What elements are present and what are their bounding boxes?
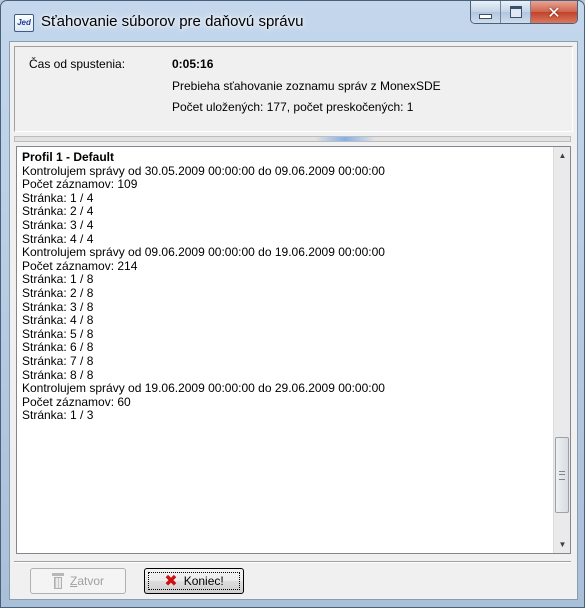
log-line: Profil 1 - Default: [22, 150, 115, 164]
log-line: Stránka: 1 / 3: [22, 408, 94, 423]
log-line: Počet záznamov: 214: [22, 258, 138, 273]
scroll-up-arrow-icon[interactable]: ▲: [554, 147, 571, 164]
log-box[interactable]: Profil 1 - Default Kontrolujem správy od …: [16, 146, 571, 554]
x-icon: ✖: [164, 571, 178, 590]
log-line: Stránka: 1 / 4: [22, 190, 94, 205]
vertical-scrollbar[interactable]: ▲ ▼: [553, 147, 570, 553]
log-line: Kontrolujem správy od 09.06.2009 00:00:0…: [22, 245, 385, 260]
grip-icon: [559, 471, 565, 480]
status-text: Prebieha sťahovanie zoznamu správ z Mone…: [172, 79, 441, 93]
dialog-body: Čas od spustenia: 0:05:16 Prebieha sťaho…: [9, 41, 578, 600]
log-line: Počet záznamov: 60: [22, 394, 131, 409]
minimize-button[interactable]: [471, 1, 501, 23]
divider: [14, 561, 571, 563]
log-line: Stránka: 5 / 8: [22, 326, 94, 341]
log-line: Počet záznamov: 109: [22, 177, 138, 192]
log-line: Stránka: 3 / 8: [22, 299, 94, 314]
elapsed-value: 0:05:16: [172, 57, 214, 71]
close-dialog-button[interactable]: Zatvor: [30, 568, 126, 594]
progress-indicator: [315, 137, 375, 141]
app-icon[interactable]: Jed: [14, 14, 34, 32]
minimize-icon: [479, 13, 492, 19]
progress-bar: [14, 136, 571, 142]
log-line: Stránka: 7 / 8: [22, 353, 94, 368]
scroll-thumb[interactable]: [555, 437, 569, 513]
end-button[interactable]: ✖ Koniec!: [144, 568, 244, 594]
end-button-label: Koniec!: [183, 574, 224, 588]
info-panel: Čas od spustenia: 0:05:16 Prebieha sťaho…: [14, 46, 573, 132]
log-lines: Profil 1 - Default Kontrolujem správy od …: [22, 150, 547, 423]
log-line: Stránka: 3 / 4: [22, 217, 94, 232]
title-bar[interactable]: Jed Sťahovanie súborov pre daňovú správu…: [1, 1, 584, 41]
dialog-window: Jed Sťahovanie súborov pre daňovú správu…: [0, 0, 585, 608]
log-line: Stránka: 2 / 8: [22, 285, 94, 300]
maximize-button[interactable]: [501, 1, 531, 23]
log-line: Stránka: 4 / 8: [22, 313, 94, 328]
log-line: Stránka: 6 / 8: [22, 340, 94, 355]
elapsed-label: Čas od spustenia:: [29, 57, 126, 71]
counts-text: Počet uložených: 177, počet preskočených…: [172, 100, 414, 114]
close-button[interactable]: ✕: [531, 1, 577, 23]
log-line: Stránka: 4 / 4: [22, 231, 94, 246]
window-title: Sťahovanie súborov pre daňovú správu: [41, 13, 304, 30]
log-line: Stránka: 2 / 4: [22, 204, 94, 219]
log-line: Kontrolujem správy od 30.05.2009 00:00:0…: [22, 163, 385, 178]
close-icon: ✕: [547, 2, 561, 22]
close-dialog-label: Zatvor: [69, 574, 105, 588]
maximize-icon: [509, 6, 522, 18]
log-line: Kontrolujem správy od 19.06.2009 00:00:0…: [22, 381, 385, 396]
log-line: Stránka: 1 / 8: [22, 272, 94, 287]
bin-icon: [51, 573, 64, 589]
scroll-down-arrow-icon[interactable]: ▼: [554, 536, 571, 553]
caption-buttons: ✕: [470, 1, 578, 24]
log-line: Stránka: 8 / 8: [22, 367, 94, 382]
